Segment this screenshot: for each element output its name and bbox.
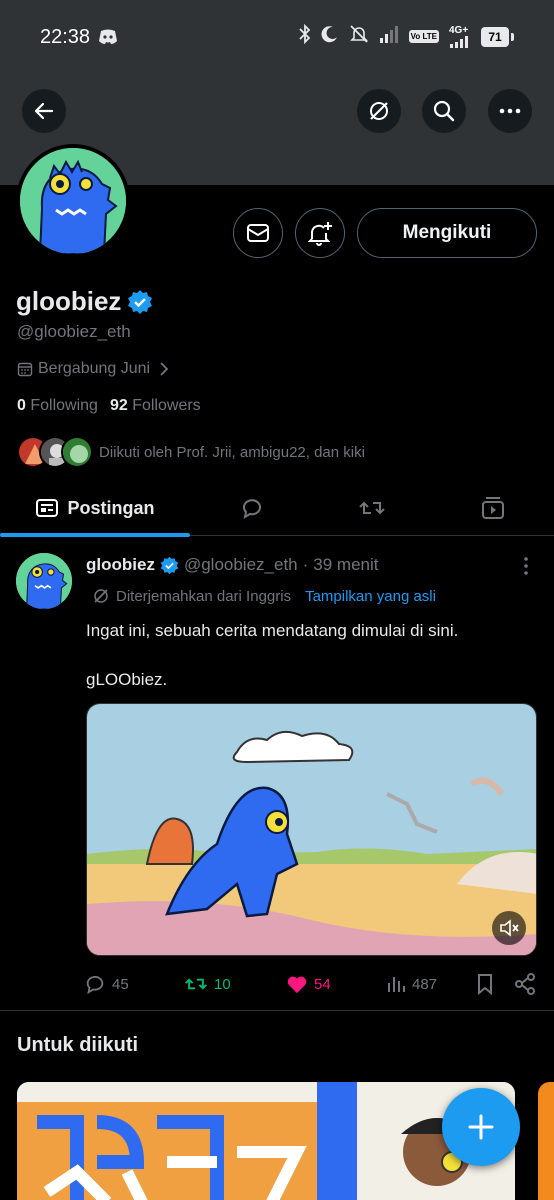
verified-badge-icon (128, 289, 153, 314)
repost-icon (359, 501, 385, 515)
notify-button[interactable] (295, 208, 345, 258)
status-bar: 22:38 Vo LTE 4G+ 71 (0, 0, 554, 70)
chevron-right-icon (160, 362, 169, 376)
post-actions: 45 10 54 487 (84, 970, 540, 998)
repost-icon (185, 978, 207, 990)
reply-bubble-icon (243, 499, 261, 520)
share-button[interactable] (514, 970, 536, 998)
share-icon (515, 973, 535, 995)
bookmark-button[interactable] (476, 970, 494, 998)
followers-link[interactable]: 92 Followers (110, 397, 201, 415)
bookmark-icon (478, 974, 492, 995)
tab-media[interactable] (463, 480, 523, 536)
search-button[interactable] (422, 89, 466, 133)
section-divider (0, 1010, 554, 1011)
post-video[interactable] (86, 703, 537, 956)
follower-avatar (61, 436, 93, 468)
profile-handle: @gloobiez_eth (17, 322, 131, 341)
reply-button[interactable]: 45 (84, 970, 129, 998)
bar-chart-icon (388, 977, 405, 992)
views-button[interactable]: 487 (386, 970, 437, 998)
video-icon (482, 497, 504, 519)
following-link[interactable]: 0 Following (17, 397, 98, 415)
post-more-button[interactable] (518, 556, 534, 581)
like-button[interactable]: 54 (286, 970, 331, 998)
post-text-signature: gLOObiez. (86, 670, 168, 689)
speaker-muted-icon (500, 919, 519, 937)
status-time: 22:38 (40, 26, 91, 48)
verified-badge-icon (160, 556, 179, 574)
video-thumbnail (87, 704, 536, 955)
search-icon (433, 100, 455, 122)
profile-avatar[interactable] (16, 144, 130, 258)
envelope-icon (247, 224, 269, 242)
battery-icon: 71 (481, 26, 514, 47)
repost-button[interactable]: 10 (184, 970, 231, 998)
show-original-link[interactable]: Tampilkan yang asli (305, 588, 436, 605)
followed-by[interactable]: Diikuti oleh Prof. Jrii, ambigu22, dan k… (17, 436, 365, 468)
tab-replies[interactable] (222, 480, 282, 536)
more-options-button[interactable] (488, 89, 532, 133)
suggestion-banner-image (17, 1082, 515, 1200)
post-header: gloobiez @gloobiez_eth · 39 menit (86, 555, 379, 575)
post-author-handle: @gloobiez_eth (183, 555, 298, 574)
post-author-name[interactable]: gloobiez (86, 555, 155, 575)
post-text: Ingat ini, sebuah cerita mendatang dimul… (86, 621, 459, 640)
tab-active-indicator (0, 533, 190, 537)
compose-button[interactable] (442, 1088, 520, 1166)
who-to-follow-title: Untuk diikuti (17, 1034, 139, 1056)
discord-icon (98, 29, 118, 50)
posts-icon (36, 499, 59, 517)
suggestion-card-next[interactable] (538, 1082, 554, 1200)
vertical-ellipsis-icon (524, 557, 528, 575)
grok-icon (370, 102, 388, 120)
back-button[interactable] (22, 89, 66, 133)
tab-reposts[interactable] (342, 480, 402, 536)
volte-badge: Vo LTE (408, 30, 439, 43)
plus-icon (468, 1114, 494, 1140)
ellipsis-icon (499, 108, 521, 114)
signal-4g-icon: 4G+ (449, 25, 471, 48)
arrow-left-icon (34, 102, 54, 120)
profile-tabs: Postingan (0, 480, 554, 537)
following-button[interactable]: Mengikuti (357, 208, 537, 258)
mute-toggle-button[interactable] (492, 911, 526, 945)
suggestion-card[interactable] (17, 1082, 515, 1200)
tab-posts[interactable]: Postingan (0, 480, 190, 537)
grok-button[interactable] (357, 89, 401, 133)
joined-date[interactable]: Bergabung Juni (17, 360, 169, 378)
post-time: 39 menit (313, 555, 379, 574)
moon-icon (321, 25, 339, 48)
heart-icon (287, 976, 307, 994)
mute-bell-icon (349, 24, 369, 49)
signal-icon (379, 25, 399, 48)
post-separator: · (302, 555, 309, 574)
display-name: gloobiez (16, 286, 153, 317)
follow-counts: 0 Following 92 Followers (17, 397, 201, 415)
grok-icon (94, 589, 108, 603)
bluetooth-icon (298, 23, 311, 49)
bell-plus-icon (307, 222, 332, 246)
translation-notice: Diterjemahkan dari Inggris Tampilkan yan… (92, 587, 436, 605)
post-avatar[interactable] (16, 553, 72, 609)
message-button[interactable] (233, 208, 283, 258)
calendar-icon (17, 362, 33, 377)
reply-icon (86, 975, 104, 995)
